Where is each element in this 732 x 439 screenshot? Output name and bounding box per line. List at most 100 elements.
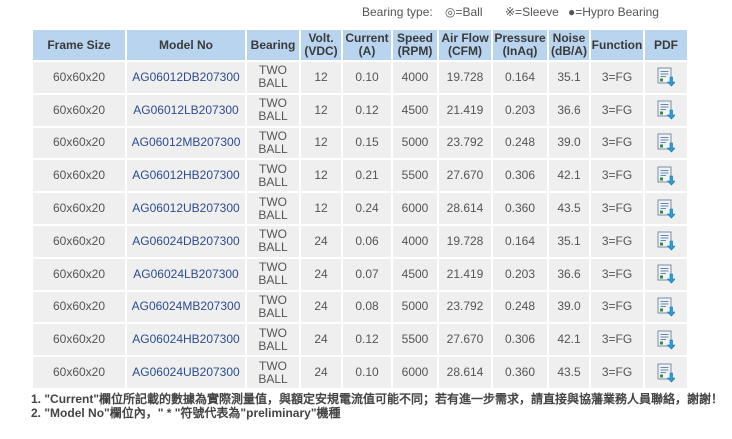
cell-frame-size: 60x60x20 [33,258,125,290]
cell-bearing: TWO BALL [247,357,299,388]
pdf-download-icon[interactable] [657,297,676,317]
pdf-download-icon[interactable] [657,363,676,383]
cell-noise: 35.1 [549,62,589,93]
cell-model-no: AG06012MB207300 [127,127,245,159]
cell-pdf [645,62,687,93]
cell-current: 0.10 [343,62,391,93]
cell-bearing: TWO BALL [247,193,299,224]
cell-air-flow: 21.419 [439,258,491,290]
cell-model-no: AG06012LB207300 [127,94,245,126]
cell-speed: 6000 [393,357,437,388]
cell-bearing: TWO BALL [247,160,299,192]
table-row: 60x60x20 AG06024HB207300 TWO BALL 24 0.12 5500… [33,324,687,356]
cell-frame-size: 60x60x20 [33,225,125,257]
table-row: 60x60x20 AG06012DB207300 TWO BALL 12 0.10 4000… [33,62,687,93]
cell-bearing: TWO BALL [247,258,299,290]
pdf-download-icon[interactable] [657,67,676,87]
cell-speed: 5500 [393,160,437,192]
cell-bearing: TWO BALL [247,127,299,159]
cell-pressure: 0.306 [493,160,547,192]
cell-air-flow: 21.419 [439,94,491,126]
cell-pdf [645,127,687,159]
cell-current: 0.21 [343,160,391,192]
cell-volt: 24 [301,324,341,356]
cell-bearing: TWO BALL [247,291,299,323]
cell-pdf [645,324,687,356]
cell-volt: 12 [301,62,341,93]
pdf-download-icon[interactable] [657,199,676,219]
cell-frame-size: 60x60x20 [33,62,125,93]
cell-volt: 12 [301,127,341,159]
cell-pressure: 0.360 [493,193,547,224]
cell-air-flow: 19.728 [439,225,491,257]
table-row: 60x60x20 AG06024DB207300 TWO BALL 24 0.06 4000… [33,225,687,257]
cell-current: 0.10 [343,357,391,388]
cell-current: 0.12 [343,94,391,126]
cell-noise: 36.6 [549,94,589,126]
fan-spec-table: Frame Size Model No Bearing Volt. (VDC) C… [31,28,689,390]
cell-function: 3=FG [591,225,643,257]
cell-pdf [645,160,687,192]
cell-frame-size: 60x60x20 [33,291,125,323]
table-row: 60x60x20 AG06012LB207300 TWO BALL 12 0.12 4500… [33,94,687,126]
table-row: 60x60x20 AG06012UB207300 TWO BALL 12 0.24 6000… [33,193,687,224]
cell-volt: 24 [301,258,341,290]
pdf-download-icon[interactable] [657,166,676,186]
pdf-download-icon[interactable] [657,133,676,153]
cell-speed: 4500 [393,94,437,126]
cell-frame-size: 60x60x20 [33,324,125,356]
cell-pressure: 0.203 [493,258,547,290]
cell-pressure: 0.306 [493,324,547,356]
cell-current: 0.15 [343,127,391,159]
cell-speed: 4000 [393,225,437,257]
cell-air-flow: 27.670 [439,160,491,192]
cell-pressure: 0.164 [493,225,547,257]
cell-function: 3=FG [591,62,643,93]
bearing-type-legend: Bearing type: ◎=Ball ※=Sleeve ●=Hypro Be… [0,5,732,21]
legend-hypro-bearing: ●=Hypro Bearing [568,5,659,19]
pdf-download-icon[interactable] [657,330,676,350]
pdf-download-icon[interactable] [657,231,676,251]
cell-speed: 5000 [393,127,437,159]
cell-function: 3=FG [591,160,643,192]
cell-air-flow: 19.728 [439,62,491,93]
table-header-row: Frame Size Model No Bearing Volt. (VDC) C… [33,30,687,60]
cell-air-flow: 28.614 [439,357,491,388]
pdf-download-icon[interactable] [657,264,676,284]
cell-frame-size: 60x60x20 [33,94,125,126]
cell-pdf [645,357,687,388]
cell-pdf [645,258,687,290]
table-row: 60x60x20 AG06012HB207300 TWO BALL 12 0.21 5500… [33,160,687,192]
cell-volt: 24 [301,291,341,323]
header-pressure: Pressure (InAq) [493,30,547,60]
cell-current: 0.12 [343,324,391,356]
cell-speed: 5000 [393,291,437,323]
cell-model-no: AG06024LB207300 [127,258,245,290]
cell-noise: 35.1 [549,225,589,257]
cell-air-flow: 23.792 [439,291,491,323]
header-function: Function [591,30,643,60]
cell-volt: 12 [301,94,341,126]
cell-volt: 24 [301,225,341,257]
header-air-flow: Air Flow (CFM) [439,30,491,60]
cell-bearing: TWO BALL [247,62,299,93]
cell-noise: 42.1 [549,324,589,356]
cell-air-flow: 23.792 [439,127,491,159]
cell-pressure: 0.164 [493,62,547,93]
cell-frame-size: 60x60x20 [33,160,125,192]
cell-function: 3=FG [591,357,643,388]
table-row: 60x60x20 AG06012MB207300 TWO BALL 12 0.15 5000… [33,127,687,159]
cell-bearing: TWO BALL [247,94,299,126]
cell-pressure: 0.360 [493,357,547,388]
legend-title: Bearing type: [362,5,433,19]
cell-frame-size: 60x60x20 [33,193,125,224]
cell-pressure: 0.248 [493,291,547,323]
pdf-download-icon[interactable] [657,100,676,120]
cell-pdf [645,94,687,126]
cell-current: 0.08 [343,291,391,323]
legend-sleeve: ※=Sleeve [505,5,559,19]
cell-model-no: AG06024UB207300 [127,357,245,388]
cell-noise: 39.0 [549,127,589,159]
header-bearing: Bearing [247,30,299,60]
cell-volt: 24 [301,357,341,388]
